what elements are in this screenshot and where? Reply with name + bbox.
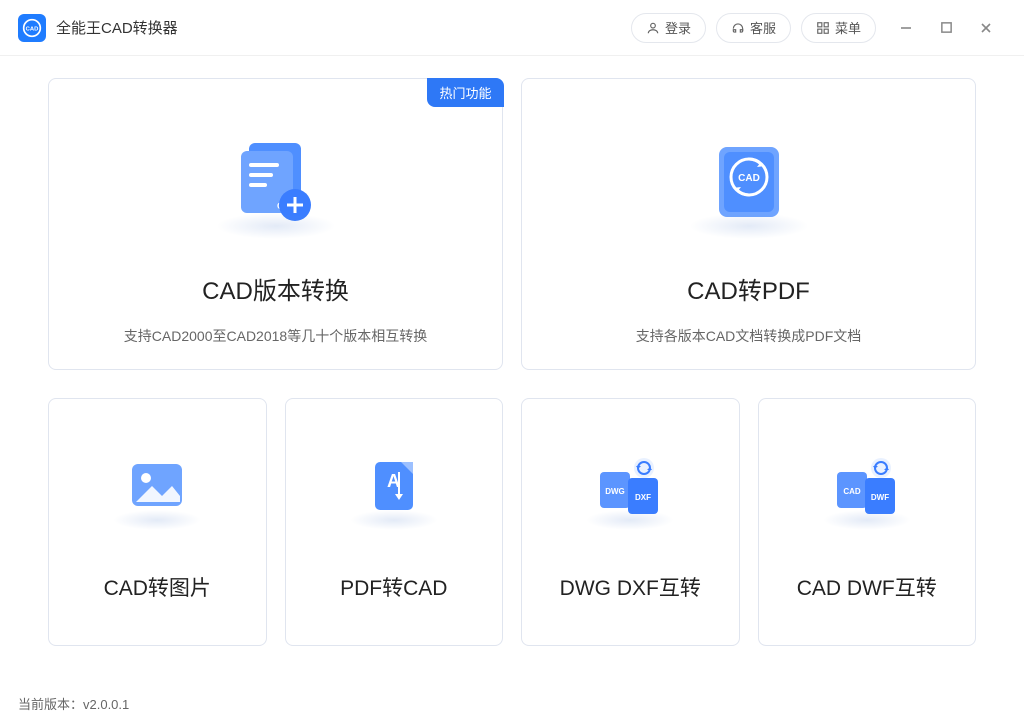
hot-badge: 热门功能: [427, 78, 503, 107]
app-title: 全能王CAD转换器: [56, 17, 178, 38]
card-title: DWG DXF互转: [560, 572, 701, 602]
svg-text:DWG: DWG: [605, 487, 625, 496]
app-logo: CAD: [18, 14, 46, 42]
maximize-button[interactable]: [926, 8, 966, 48]
menu-label: 菜单: [835, 18, 861, 37]
card-title: CAD版本转换: [202, 271, 349, 306]
headset-icon: [731, 21, 745, 35]
svg-text:DWF: DWF: [871, 493, 889, 502]
support-label: 客服: [750, 18, 776, 37]
dwg-dxf-icon: DWG DXF: [585, 442, 675, 532]
pdf-cad-icon: A: [349, 442, 439, 532]
main-content: 热门功能 CAD CAD版本转换 支持CAD2000至CAD2018等几十个版本…: [0, 56, 1024, 646]
card-title: CAD转图片: [104, 572, 211, 602]
card-cad-to-pdf[interactable]: CAD CAD转PDF 支持各版本CAD文档转换成PDF文档: [521, 78, 976, 370]
card-cad-dwf[interactable]: CAD DWF CAD DWF互转: [758, 398, 977, 646]
cad-image-icon: [112, 442, 202, 532]
svg-text:CAD: CAD: [26, 26, 39, 32]
card-pdf-to-cad[interactable]: A PDF转CAD: [285, 398, 504, 646]
grid-icon: [816, 21, 830, 35]
cad-version-icon: CAD: [211, 119, 341, 249]
feature-row-bottom: CAD转图片 A PDF转CAD DWG: [48, 398, 976, 646]
titlebar: CAD 全能王CAD转换器 登录 客服 菜单: [0, 0, 1024, 56]
user-icon: [646, 21, 660, 35]
login-button[interactable]: 登录: [631, 13, 706, 43]
card-title: CAD DWF互转: [797, 572, 937, 602]
card-desc: 支持CAD2000至CAD2018等几十个版本相互转换: [124, 326, 427, 346]
status-version: 当前版本：v2.0.0.1: [18, 694, 129, 713]
feature-row-top: 热门功能 CAD CAD版本转换 支持CAD2000至CAD2018等几十个版本…: [48, 78, 976, 370]
svg-text:CAD: CAD: [843, 487, 861, 496]
close-icon: [979, 21, 993, 35]
close-button[interactable]: [966, 8, 1006, 48]
cad-pdf-icon: CAD: [684, 119, 814, 249]
menu-button[interactable]: 菜单: [801, 13, 876, 43]
card-cad-version-convert[interactable]: 热门功能 CAD CAD版本转换 支持CAD2000至CAD2018等几十个版本…: [48, 78, 503, 370]
card-cad-to-image[interactable]: CAD转图片: [48, 398, 267, 646]
minimize-button[interactable]: [886, 8, 926, 48]
support-button[interactable]: 客服: [716, 13, 791, 43]
card-title: CAD转PDF: [687, 271, 810, 306]
cad-logo-icon: CAD: [22, 18, 42, 38]
login-label: 登录: [665, 18, 691, 37]
svg-text:DXF: DXF: [635, 493, 651, 502]
card-title: PDF转CAD: [340, 572, 447, 602]
minimize-icon: [899, 21, 913, 35]
svg-text:CAD: CAD: [738, 173, 760, 184]
card-dwg-dxf[interactable]: DWG DXF DWG DXF互转: [521, 398, 740, 646]
card-desc: 支持各版本CAD文档转换成PDF文档: [636, 326, 862, 346]
maximize-icon: [940, 21, 953, 34]
cad-dwf-icon: CAD DWF: [822, 442, 912, 532]
